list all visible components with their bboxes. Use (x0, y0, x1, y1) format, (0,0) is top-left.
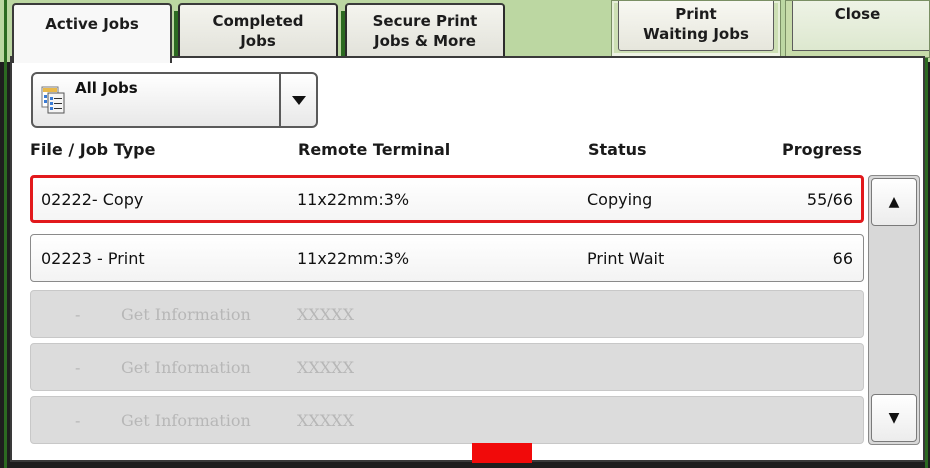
print-waiting-jobs-button[interactable]: Print Waiting Jobs (611, 0, 781, 58)
header-progress: Progress (782, 140, 862, 159)
progress-cell: 55/66 (806, 189, 853, 209)
placeholder-dash: - (75, 304, 81, 324)
placeholder-dash: - (75, 410, 81, 430)
terminal-cell: 11x22mm:3% (297, 248, 410, 268)
header-remote-terminal: Remote Terminal (298, 140, 451, 159)
job-cell: 02222- Copy (41, 189, 144, 209)
tab-completed-jobs[interactable]: Completed Jobs (174, 3, 338, 59)
table-row[interactable]: 02222- Copy 11x22mm:3% Copying 55/66 (30, 175, 864, 223)
placeholder-row: - Get Information XXXXX (30, 343, 864, 391)
placeholder-dash: - (75, 357, 81, 377)
triangle-down-icon: ▼ (888, 410, 900, 426)
placeholder-info: Get Information (121, 410, 251, 430)
placeholder-info: Get Information (121, 304, 251, 324)
red-marker (472, 443, 532, 463)
scrollbar[interactable]: ▲ ▼ (868, 175, 920, 445)
placeholder-terminal: XXXXX (297, 357, 354, 377)
status-cell: Copying (587, 189, 653, 209)
job-list-icon (41, 86, 65, 114)
progress-cell: 66 (832, 248, 853, 268)
job-filter-label: All Jobs (75, 79, 138, 97)
placeholder-info: Get Information (121, 357, 251, 377)
status-cell: Print Wait (587, 248, 665, 268)
scroll-up-button[interactable]: ▲ (871, 178, 917, 226)
dropdown-arrow-glyph (291, 95, 306, 105)
scroll-down-button[interactable]: ▼ (871, 394, 917, 442)
placeholder-terminal: XXXXX (297, 304, 354, 324)
print-waiting-jobs-label: Print Waiting Jobs (643, 5, 749, 43)
close-label: Close (834, 5, 881, 23)
placeholder-row: - Get Information XXXXX (30, 396, 864, 444)
header-status: Status (588, 140, 647, 159)
tab-active-jobs[interactable]: Active Jobs (12, 3, 172, 63)
triangle-down-icon[interactable] (281, 74, 316, 126)
tab-secure-print-jobs[interactable]: Secure Print Jobs & More (341, 3, 505, 59)
tab-active-jobs-label: Active Jobs (45, 15, 139, 33)
job-filter-selected[interactable]: All Jobs (33, 74, 281, 126)
tab-secure-print-label: Secure Print Jobs & More (372, 12, 478, 50)
header-file-job-type: File / Job Type (30, 140, 156, 159)
triangle-up-icon: ▲ (888, 194, 900, 210)
jobs-panel: All Jobs File / Job Type Remote Terminal… (10, 56, 925, 463)
job-cell: 02223 - Print (41, 248, 145, 268)
close-button[interactable]: Close (785, 0, 930, 58)
job-filter-dropdown[interactable]: All Jobs (31, 72, 318, 128)
tab-completed-jobs-label: Completed Jobs (212, 12, 304, 50)
placeholder-terminal: XXXXX (297, 410, 354, 430)
table-row[interactable]: 02223 - Print 11x22mm:3% Print Wait 66 (30, 234, 864, 282)
placeholder-row: - Get Information XXXXX (30, 290, 864, 338)
terminal-cell: 11x22mm:3% (297, 189, 410, 209)
